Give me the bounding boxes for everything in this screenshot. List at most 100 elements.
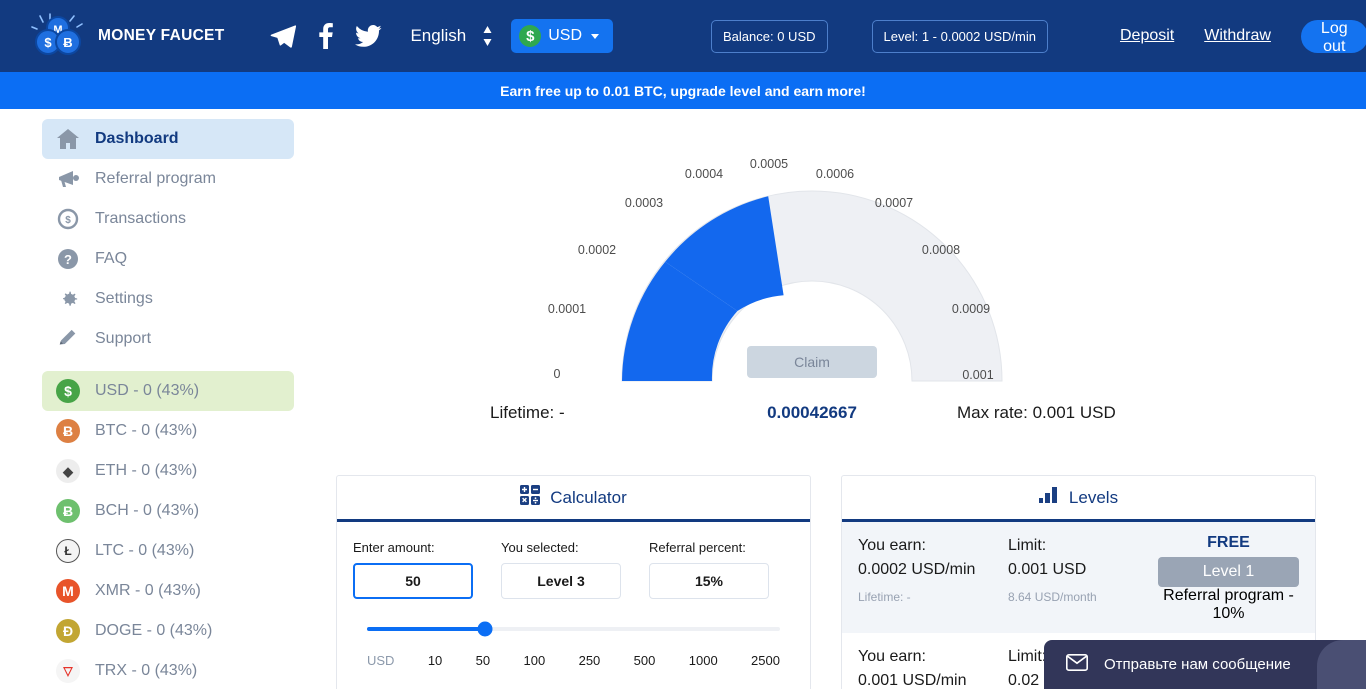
doge-coin-icon: Ð — [55, 618, 81, 644]
gauge-tick-8: 0.0008 — [921, 243, 961, 257]
sidebar-item-dashboard[interactable]: Dashboard — [42, 119, 294, 159]
twitter-icon[interactable] — [355, 24, 382, 48]
level-referral-note: Referral program - 10% — [1163, 587, 1294, 622]
slider-tick[interactable]: 250 — [579, 653, 601, 668]
max-rate-value: Max rate: 0.001 USD — [957, 403, 1116, 422]
withdraw-link[interactable]: Withdraw — [1204, 27, 1271, 45]
level-earn-col: You earn: 0.001 USD/min — [858, 645, 1008, 689]
levels-panel-header: Levels — [842, 476, 1315, 522]
calculator-body: Enter amount: 50 You selected: Level 3 R… — [337, 522, 810, 668]
chevron-down-icon — [591, 33, 600, 39]
updown-arrows-icon[interactable] — [482, 25, 493, 47]
level-action-col: FREE Level 1 Referral program - 10% — [1158, 534, 1299, 623]
earn-value: 0.0002 USD/min — [858, 561, 976, 578]
sidebar-item-bch[interactable]: Ƀ BCH - 0 (43%) — [42, 491, 294, 531]
levels-title: Levels — [1068, 487, 1119, 507]
sidebar-item-trx[interactable]: ▽ TRX - 0 (43%) — [42, 651, 294, 689]
facebook-icon[interactable] — [318, 23, 334, 49]
amount-slider-area: USD 10 50 100 250 500 1000 2500 — [353, 621, 794, 668]
current-amount: 0.00042667 — [767, 403, 857, 422]
earn-label: You earn: — [858, 537, 926, 554]
sidebar-item-btc[interactable]: Ƀ BTC - 0 (43%) — [42, 411, 294, 451]
referral-percent-group: Referral percent: 15% — [649, 540, 769, 599]
telegram-icon[interactable] — [270, 24, 297, 48]
app-header: M $ Ƀ MONEY FAUCET English $ USD Balance… — [0, 0, 1366, 72]
level-pill: Level: 1 - 0.0002 USD/min — [871, 19, 1048, 53]
sidebar-item-faq[interactable]: ? FAQ — [42, 239, 294, 279]
sidebar-label: Transactions — [95, 210, 186, 227]
gauge-tick-1: 0.0001 — [547, 302, 587, 316]
amount-slider[interactable] — [367, 621, 780, 637]
sidebar-item-eth[interactable]: ◆ ETH - 0 (43%) — [42, 451, 294, 491]
gauge-tick-5: 0.0005 — [749, 157, 789, 171]
deposit-link[interactable]: Deposit — [1120, 27, 1174, 45]
amount-label: Enter amount: — [353, 540, 435, 555]
amount-field-group: Enter amount: 50 — [353, 540, 473, 599]
megaphone-icon — [55, 166, 81, 192]
level-earn-col: You earn: 0.0002 USD/min Lifetime: - — [858, 534, 1008, 623]
chat-widget-corner — [1317, 640, 1366, 689]
lifetime-sub: Lifetime: - — [858, 590, 911, 604]
sidebar-label: TRX - 0 (43%) — [95, 662, 198, 679]
gauge-tick-2: 0.0002 — [577, 243, 617, 257]
logo[interactable]: M $ Ƀ MONEY FAUCET — [30, 13, 224, 59]
sidebar-label: BCH - 0 (43%) — [95, 502, 200, 519]
selected-level-value[interactable]: Level 3 — [501, 563, 621, 599]
earn-label: You earn: — [858, 648, 926, 665]
calculator-panel: Calculator Enter amount: 50 You selected… — [336, 475, 811, 689]
trx-coin-icon: ▽ — [55, 658, 81, 684]
sidebar-item-usd[interactable]: $ USD - 0 (43%) — [42, 371, 294, 411]
claim-button[interactable]: Claim — [747, 346, 877, 378]
slider-tick[interactable]: 500 — [634, 653, 656, 668]
slider-tick[interactable]: 2500 — [751, 653, 780, 668]
sidebar-label: Referral program — [95, 170, 216, 187]
sidebar-item-doge[interactable]: Ð DOGE - 0 (43%) — [42, 611, 294, 651]
lifetime-value: Lifetime: - — [490, 403, 565, 422]
sidebar-item-ltc[interactable]: Ł LTC - 0 (43%) — [42, 531, 294, 571]
envelope-icon — [1066, 654, 1088, 675]
usd-coin-icon: $ — [55, 378, 81, 404]
sidebar-item-settings[interactable]: Settings — [42, 279, 294, 319]
eth-coin-icon: ◆ — [55, 458, 81, 484]
ltc-coin-icon: Ł — [55, 538, 81, 564]
level-price: FREE — [1207, 534, 1250, 551]
level-badge-button[interactable]: Level 1 — [1158, 557, 1299, 587]
limit-sub: 8.64 USD/month — [1008, 590, 1097, 604]
transaction-refresh-icon: $ — [55, 206, 81, 232]
slider-tick[interactable]: 50 — [476, 653, 490, 668]
slider-tick[interactable]: 1000 — [689, 653, 718, 668]
gauge-summary: Lifetime: - 0.00042667 Max rate: 0.001 U… — [308, 403, 1316, 423]
slider-tick[interactable]: 10 — [428, 653, 442, 668]
logout-button[interactable]: Log out — [1300, 19, 1366, 55]
sidebar-label: Support — [95, 330, 152, 347]
sidebar-item-support[interactable]: Support — [42, 319, 294, 359]
svg-text:Ƀ: Ƀ — [63, 35, 72, 50]
logo-text: MONEY FAUCET — [98, 27, 225, 44]
bar-chart-icon — [1038, 487, 1059, 508]
main-content: 0 0.0001 0.0002 0.0003 0.0004 0.0005 0.0… — [308, 109, 1366, 689]
sidebar-item-referral-program[interactable]: Referral program — [42, 159, 294, 199]
question-mark-icon: ? — [55, 246, 81, 272]
sidebar-label: Dashboard — [95, 130, 179, 147]
sidebar-item-xmr[interactable]: M XMR - 0 (43%) — [42, 571, 294, 611]
language-selector[interactable]: English — [410, 26, 466, 46]
slider-tick[interactable]: 100 — [524, 653, 546, 668]
promo-banner: Earn free up to 0.01 BTC, upgrade level … — [0, 72, 1366, 109]
pencil-icon — [55, 326, 81, 352]
svg-text:$: $ — [65, 215, 71, 226]
dollar-coin-icon: $ — [519, 25, 542, 47]
currency-selector[interactable]: $ USD — [511, 19, 614, 53]
slider-fill — [367, 627, 486, 631]
amount-input[interactable]: 50 — [353, 563, 473, 599]
sidebar-label: XMR - 0 (43%) — [95, 582, 201, 599]
level-limit-col: Limit: 0.001 USD 8.64 USD/month — [1008, 534, 1158, 623]
money-faucet-coins-icon: M $ Ƀ — [30, 13, 88, 59]
calculator-icon — [520, 485, 541, 510]
level-row[interactable]: You earn: 0.0002 USD/min Lifetime: - Lim… — [842, 522, 1315, 633]
calculator-title: Calculator — [550, 487, 627, 507]
referral-percent-value[interactable]: 15% — [649, 563, 769, 599]
sidebar-item-transactions[interactable]: $ Transactions — [42, 199, 294, 239]
svg-text:$: $ — [44, 35, 52, 50]
slider-thumb[interactable] — [477, 621, 493, 637]
chat-widget[interactable]: Отправьте нам сообщение — [1044, 640, 1366, 689]
